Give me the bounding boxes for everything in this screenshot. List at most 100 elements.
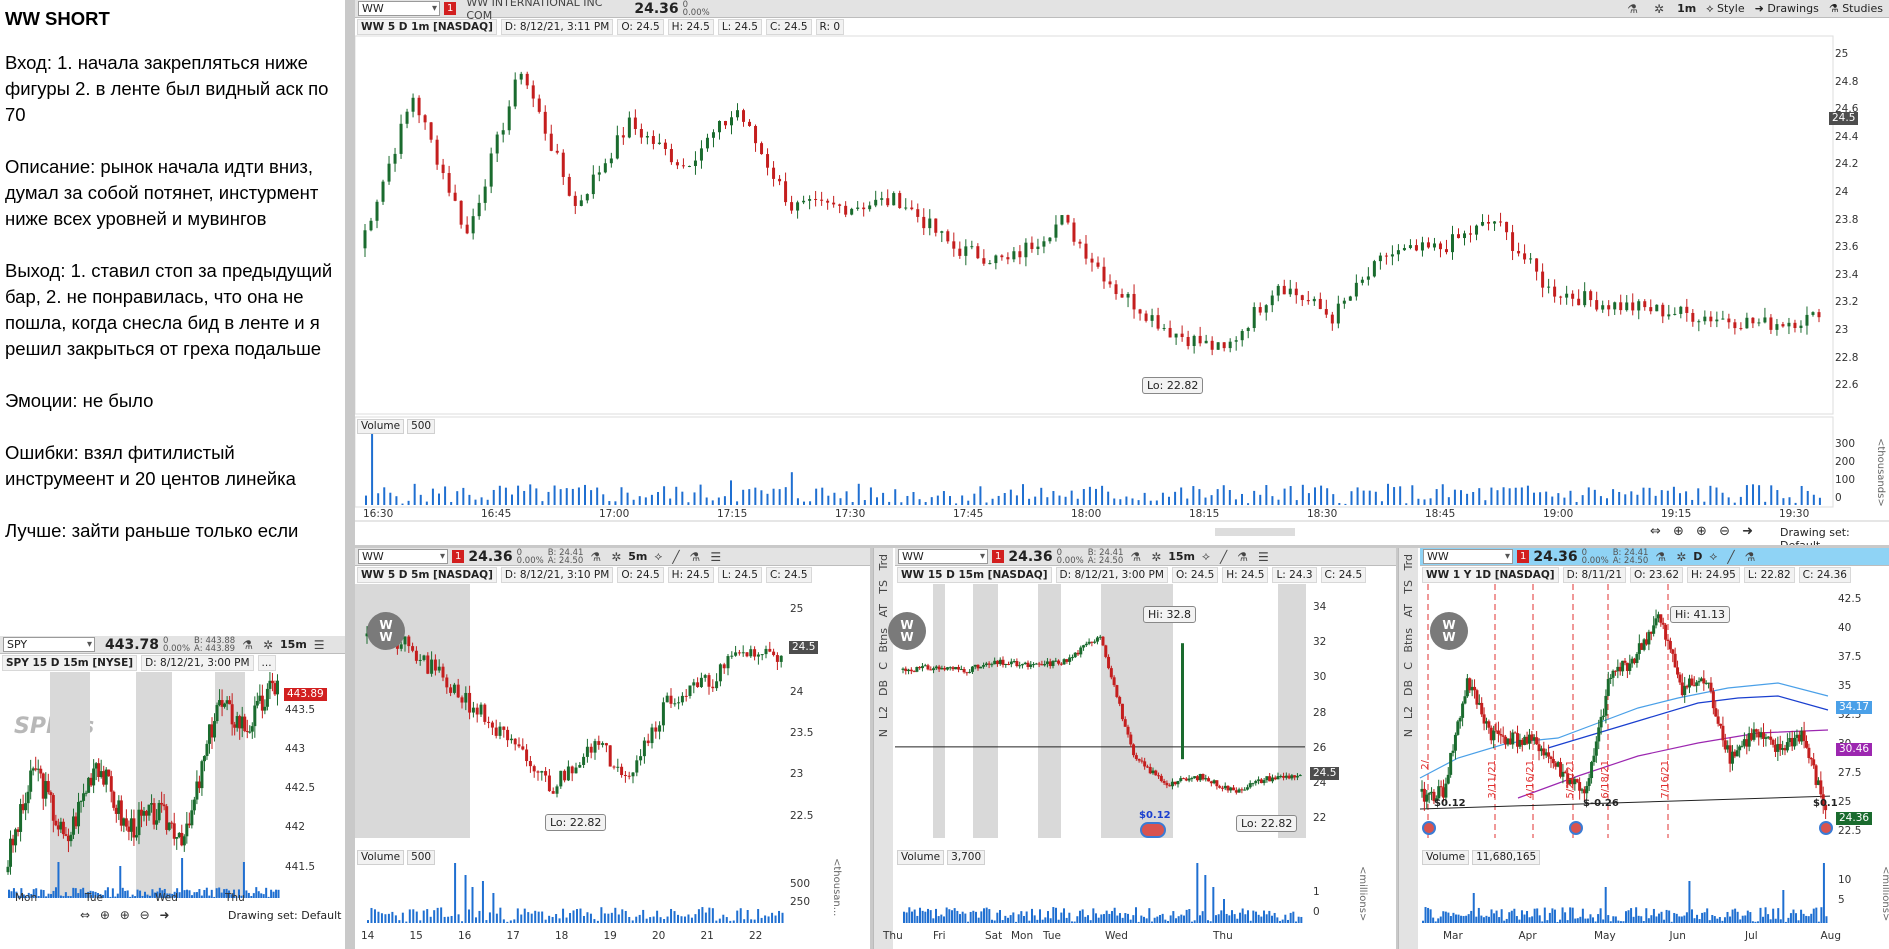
main-volume-bar	[1137, 500, 1140, 505]
spy-candle	[172, 823, 176, 839]
p1y-candle	[1666, 639, 1670, 641]
p5m-x-tick: 16	[458, 930, 472, 942]
p5m-candle	[620, 766, 624, 776]
p5m-price-tag: 24.5	[789, 641, 819, 654]
p5m-candle	[604, 743, 608, 746]
p1y-volume-bar	[1609, 921, 1612, 923]
main-volume-bar	[644, 497, 647, 505]
p1y-volume-bar	[1711, 914, 1714, 923]
p15m-volume-bar	[1215, 915, 1217, 923]
p5m-vol-tick: 500	[790, 878, 811, 890]
spy-candle	[147, 804, 151, 816]
main-candle	[1685, 306, 1689, 313]
main-candle	[904, 207, 908, 209]
p1y-price-chart[interactable]	[1398, 548, 1889, 949]
p5m-y-tick: 23.5	[790, 727, 814, 740]
spy-volume-bar	[62, 896, 65, 898]
p1y-candle	[1499, 734, 1503, 736]
main-volume-bar	[803, 501, 805, 505]
p15m-volume-bar	[916, 915, 919, 923]
p1y-candle	[1461, 703, 1465, 718]
p5m-volume-bar	[701, 907, 704, 923]
main-x-tick: 16:45	[481, 508, 512, 520]
main-candle	[754, 125, 758, 144]
main-volume-bar	[1265, 485, 1268, 505]
p1y-candle	[1709, 682, 1713, 692]
p15m-y-tick: 30	[1313, 671, 1327, 684]
p5m-candle	[608, 745, 612, 767]
p15m-volume-bar	[1185, 909, 1188, 923]
spy-volume-bar	[190, 895, 193, 898]
main-candle	[1282, 285, 1286, 295]
p1y-event-1[interactable]: $0.12	[1434, 798, 1466, 809]
p1y-candle	[1690, 678, 1694, 686]
main-price-chart[interactable]	[355, 0, 1889, 545]
p5m-volume-bar	[576, 909, 578, 923]
main-candle	[1072, 222, 1076, 242]
p5m-candle	[532, 766, 536, 772]
main-volume-bar	[632, 499, 635, 505]
p15m-candle	[1298, 775, 1302, 777]
main-candle	[1048, 237, 1052, 242]
p15m-volume-bar	[1231, 910, 1233, 923]
p5m-low-tag: Lo: 22.82	[545, 814, 607, 831]
main-volume-bar	[407, 500, 410, 505]
main-candle	[1673, 313, 1677, 315]
main-candle	[363, 230, 367, 249]
main-candle	[1607, 305, 1611, 310]
main-candle	[1012, 251, 1016, 260]
main-candle	[1811, 312, 1815, 315]
p5m-candle	[441, 666, 445, 678]
spy-candle	[107, 769, 111, 777]
spy-volume-bar	[121, 887, 124, 898]
main-x-tick: 19:15	[1661, 508, 1692, 520]
p15m-candle	[965, 672, 969, 674]
spy-volume-bar	[8, 889, 10, 898]
spy-scroll-controls[interactable]: ⇔ ⊕ ⊕ ⊖ ➜	[80, 908, 173, 922]
main-volume-bar	[1198, 489, 1201, 505]
main-candle	[687, 165, 691, 167]
p5m-volume-bar	[492, 893, 495, 923]
p1y-volume-bar	[1815, 907, 1818, 923]
spy-volume-bar	[260, 893, 263, 898]
earnings-icon[interactable]	[1140, 822, 1166, 838]
p1y-event-2[interactable]: $-0.26	[1583, 798, 1619, 809]
p5m-candle	[540, 771, 544, 773]
p1y-event-3[interactable]: $0.1	[1813, 798, 1838, 809]
main-volume-bar	[717, 497, 720, 505]
p1y-volume-bar	[1526, 911, 1529, 923]
main-volume-bar	[1472, 491, 1475, 505]
spy-volume-bar	[40, 889, 43, 898]
p5m-volume-bar	[642, 909, 645, 923]
main-y-tick: 23.6	[1835, 241, 1859, 254]
main-volume-bar	[1101, 485, 1104, 505]
p15m-x-tick: Mon	[1011, 930, 1034, 942]
p1y-volume-bar	[1675, 913, 1678, 923]
drawing-set-label[interactable]: Drawing set: Default	[1780, 526, 1889, 545]
p1y-volume-unit: <millions>	[1880, 866, 1889, 922]
p5m-volume-bar	[495, 913, 498, 923]
main-volume-bar	[663, 486, 666, 505]
main-volume-bar	[1399, 486, 1402, 505]
main-volume-bar	[1441, 484, 1444, 505]
main-candle	[1102, 266, 1106, 282]
p15m-volume-bar	[1065, 917, 1068, 923]
scroll-controls[interactable]: ⇔ ⊕ ⊕ ⊖ ➜	[1650, 524, 1757, 539]
spy-candle	[270, 680, 274, 684]
spy-drawing-set-label[interactable]: Drawing set: Default	[228, 909, 341, 922]
p1y-candle	[1425, 794, 1429, 802]
p5m-candle	[403, 636, 407, 645]
p1y-candle	[1769, 736, 1773, 740]
p1y-volume-bar	[1452, 912, 1455, 923]
main-candle	[1018, 251, 1022, 258]
spy-candle	[202, 756, 206, 762]
p15m-candle	[1101, 636, 1105, 646]
main-volume-bar	[1338, 502, 1341, 505]
p5m-candle	[422, 655, 426, 660]
main-candle	[489, 153, 493, 187]
p15m-earnings-event[interactable]: $0.12	[1139, 810, 1171, 821]
p5m-candle	[734, 652, 738, 656]
main-volume-bar	[833, 492, 836, 505]
main-candle	[381, 181, 385, 202]
p15m-volume-bar	[1148, 908, 1151, 923]
